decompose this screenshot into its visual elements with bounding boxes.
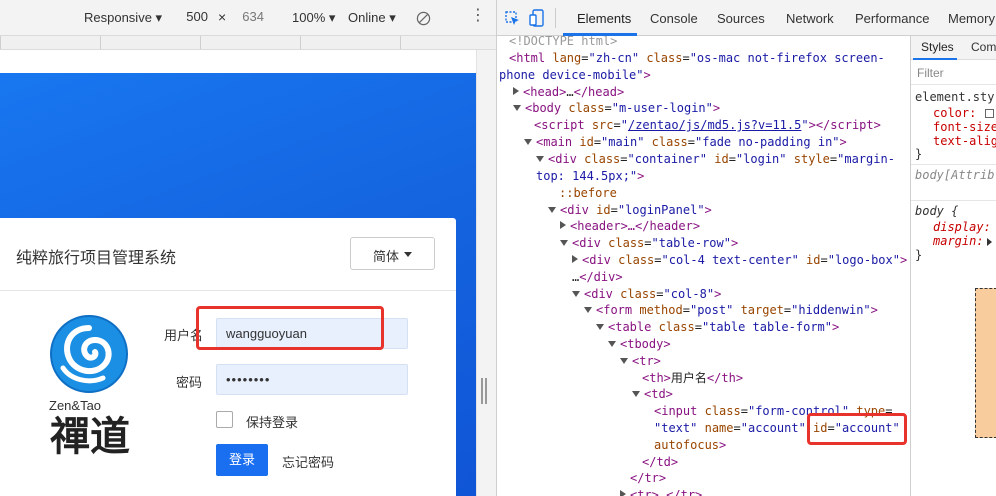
dom-node[interactable]: <body class="m-user-login">	[513, 100, 720, 117]
style-property[interactable]: text-alig	[933, 134, 996, 148]
style-property[interactable]: display:	[933, 220, 991, 234]
password-input[interactable]: ••••••••	[216, 364, 408, 395]
rotate-icon[interactable]	[416, 11, 431, 26]
device-toolbar: Responsive ▾ 500 × 634 100% ▾ Online ▾ ⋮	[0, 0, 496, 36]
style-property[interactable]: font-size	[933, 120, 996, 134]
styles-tabbar: Styles Com	[911, 36, 996, 60]
dom-node[interactable]: <html lang="zh-cn" class="os-mac not-fir…	[509, 50, 885, 67]
tab-elements[interactable]: Elements	[577, 11, 631, 26]
dom-node: …</div>	[572, 270, 623, 284]
dom-node[interactable]: <header>…</header>	[560, 218, 700, 235]
dom-node: top: 144.5px;">	[536, 169, 645, 183]
viewport-resizer[interactable]	[476, 50, 496, 496]
style-rule-selector: element.sty	[915, 90, 995, 104]
zoom-label: 100%	[292, 10, 326, 25]
width-input[interactable]: 500	[168, 9, 208, 24]
color-swatch-icon[interactable]	[985, 109, 994, 118]
dom-node[interactable]: <form method="post" target="hiddenwin">	[584, 302, 878, 319]
divider	[911, 200, 996, 201]
dom-node[interactable]: <div class="table-row">	[560, 235, 738, 252]
styles-filter-input[interactable]: Filter	[917, 66, 944, 80]
toolbar-divider	[555, 8, 556, 28]
login-button[interactable]: 登录	[216, 444, 268, 476]
dom-node[interactable]: <main id="main" class="fade no-padding i…	[524, 134, 847, 151]
dom-node[interactable]: <table class="table table-form">	[596, 319, 839, 336]
remember-checkbox[interactable]	[216, 411, 233, 428]
zoom-dropdown[interactable]: 100% ▾	[292, 10, 335, 26]
language-dropdown[interactable]: 简体	[350, 237, 435, 270]
dom-node[interactable]: <tbody>	[608, 336, 671, 353]
height-input[interactable]: 634	[224, 9, 264, 24]
more-options-icon[interactable]: ⋮	[470, 8, 486, 24]
tab-computed[interactable]: Com	[971, 40, 996, 54]
device-mode-dropdown[interactable]: Responsive ▾	[84, 10, 162, 26]
viewport-ruler	[0, 36, 496, 50]
style-property[interactable]: color:	[933, 106, 976, 120]
dom-node[interactable]: <td>	[632, 386, 673, 403]
brand-calligraphy: 禪道	[50, 413, 130, 456]
device-toggle-icon[interactable]	[529, 9, 545, 27]
network-throttle-dropdown[interactable]: Online ▾	[348, 10, 396, 26]
rule-close: }	[915, 147, 923, 161]
remember-label[interactable]: 保持登录	[246, 412, 298, 431]
resize-handle[interactable]	[480, 378, 490, 404]
devtools-tabbar: Elements Console Sources Network Perform…	[497, 0, 996, 36]
dom-node[interactable]: <div id="loginPanel">	[548, 202, 712, 219]
devtools-window: Responsive ▾ 500 × 634 100% ▾ Online ▾ ⋮…	[0, 0, 996, 496]
dom-node[interactable]: <div class="col-8">	[572, 286, 721, 303]
tab-console[interactable]: Console	[650, 11, 698, 26]
forgot-password-link[interactable]: 忘记密码	[282, 452, 334, 471]
system-title: 纯粹旅行项目管理系统	[16, 250, 177, 267]
device-mode-label: Responsive	[84, 10, 152, 25]
language-label: 简体	[373, 249, 400, 264]
expand-arrow-icon[interactable]	[987, 238, 992, 246]
box-model-diagram	[975, 288, 996, 438]
brand-english: Zen&Tao	[49, 398, 102, 413]
dom-node[interactable]: <tr>…</tr>	[620, 487, 702, 496]
id-attribute-highlight	[807, 413, 907, 445]
login-panel: 纯粹旅行项目管理系统 简体 Zen&Tao 禪道 用户名 wangguoyuan…	[0, 218, 456, 496]
dom-node[interactable]: </td>	[642, 454, 678, 471]
zentao-swirl-icon	[50, 315, 128, 393]
username-highlight	[196, 306, 384, 350]
tab-memory[interactable]: Memory	[948, 11, 995, 26]
password-label: 密码	[176, 375, 203, 390]
login-header: 纯粹旅行项目管理系统 简体	[0, 218, 456, 291]
dom-node[interactable]: <th>用户名</th>	[642, 370, 743, 387]
zentao-logo: Zen&Tao 禪道	[44, 314, 144, 464]
dom-node: phone device-mobile">	[499, 68, 651, 82]
styles-tab-indicator	[913, 58, 957, 60]
dom-node[interactable]: ::before	[559, 185, 617, 202]
divider	[911, 84, 996, 85]
tab-performance[interactable]: Performance	[855, 11, 929, 26]
tab-sources[interactable]: Sources	[717, 11, 765, 26]
dom-node[interactable]: <tr>	[620, 353, 661, 370]
style-rule-selector: body {	[915, 204, 959, 218]
brand-chinese: 禪道	[50, 413, 130, 456]
tab-network[interactable]: Network	[786, 11, 834, 26]
styles-pane: Styles Com Filter element.sty color: fon…	[910, 36, 996, 496]
dom-node[interactable]: </tr>	[630, 470, 666, 487]
dom-node: autofocus>	[654, 438, 727, 452]
chevron-down-icon	[404, 252, 412, 257]
dom-node[interactable]: <head>…</head>	[513, 84, 624, 101]
rule-close: }	[915, 248, 923, 262]
style-property[interactable]: margin:	[933, 234, 984, 248]
network-label: Online	[348, 10, 386, 25]
tab-styles[interactable]: Styles	[921, 40, 954, 54]
dom-node[interactable]: <script src="/zentao/js/md5.js?v=11.5"><…	[534, 117, 881, 134]
style-rule-selector: body[Attrib	[915, 168, 995, 182]
inspect-element-icon[interactable]	[505, 11, 521, 27]
dom-node[interactable]: <!DOCTYPE html>	[509, 36, 617, 50]
divider	[911, 164, 996, 165]
dom-node[interactable]: <div class="container" id="login" style=…	[536, 151, 895, 168]
dom-node[interactable]: <div class="col-4 text-center" id="logo-…	[572, 252, 907, 269]
